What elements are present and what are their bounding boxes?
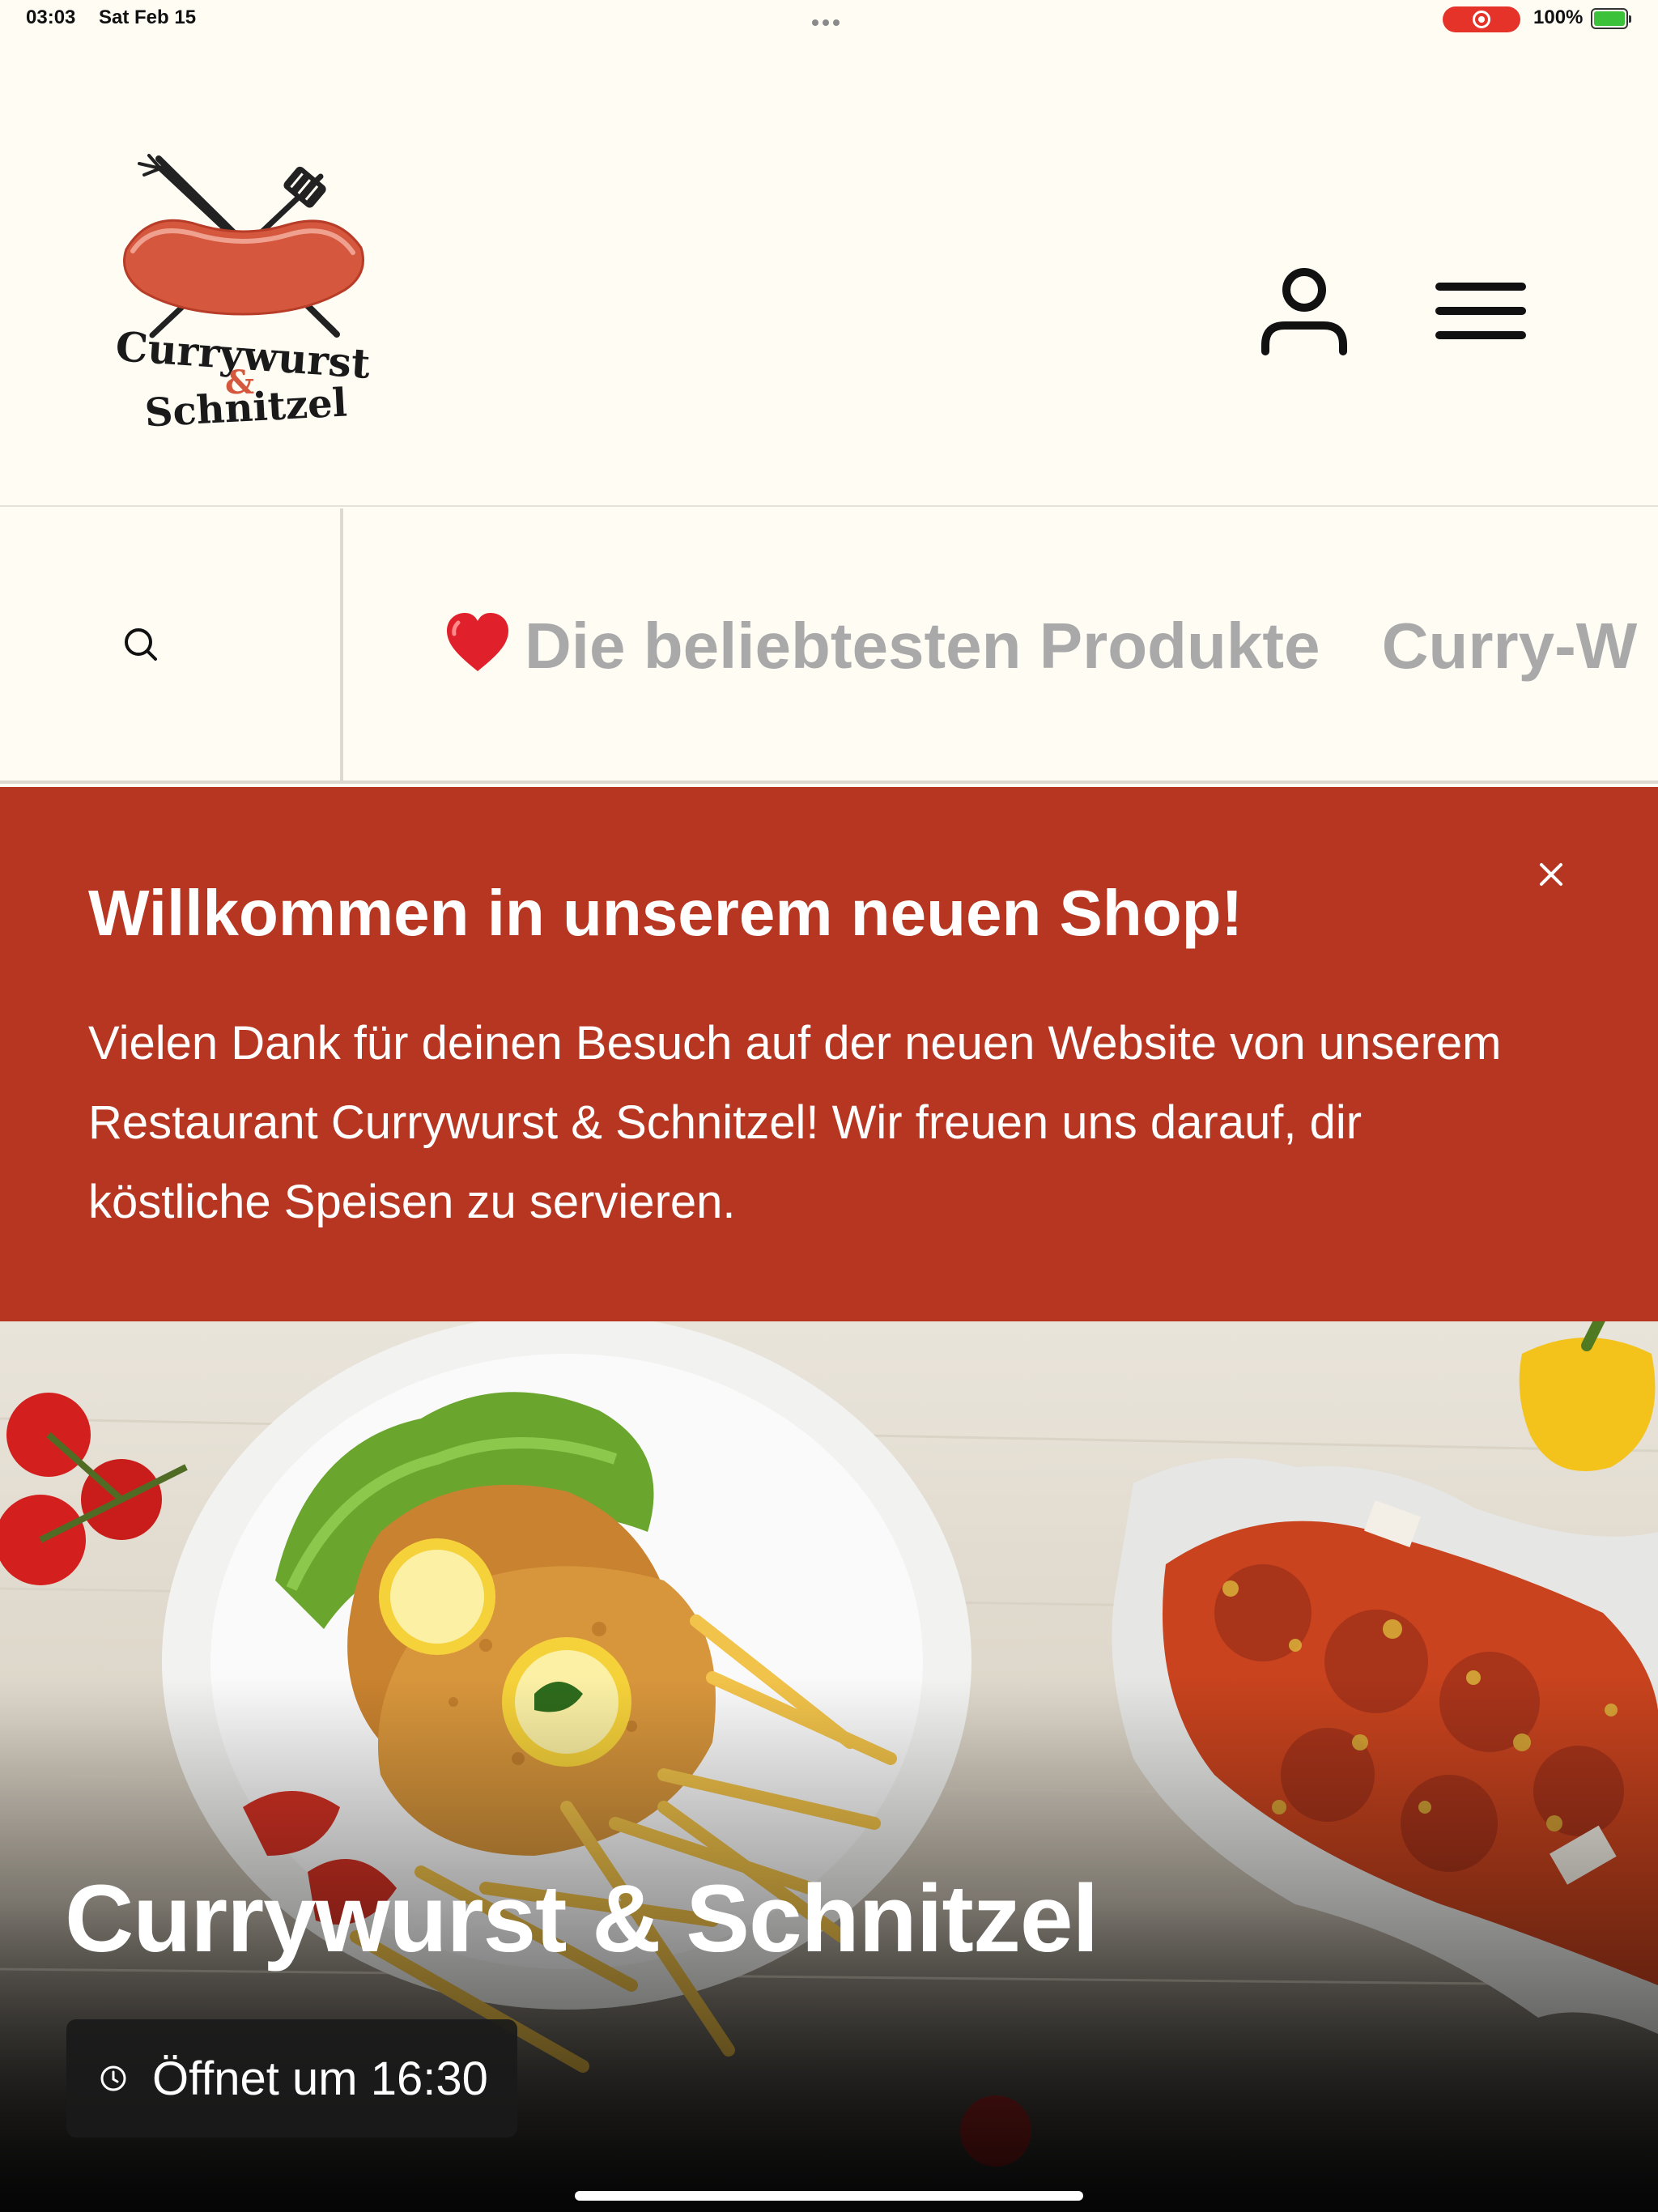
- status-date: Sat Feb 15: [99, 6, 197, 28]
- close-icon: [1540, 863, 1562, 886]
- menu-button[interactable]: [1433, 270, 1528, 351]
- search-button[interactable]: [0, 508, 343, 781]
- hamburger-menu-icon: [1435, 283, 1526, 339]
- clock-icon: [100, 2065, 126, 2091]
- home-indicator[interactable]: [575, 2191, 1083, 2201]
- screen-recording-indicator-icon[interactable]: [1443, 6, 1520, 32]
- category-tabs: Die beliebtesten Produkte Curry-W: [444, 604, 1658, 683]
- hero-title: Currywurst & Schnitzel: [65, 1865, 1099, 1972]
- logo-line2: Schnitzel: [143, 380, 348, 428]
- category-nav: Die beliebtesten Produkte Curry-W: [0, 508, 1658, 784]
- search-icon: [125, 628, 157, 661]
- restaurant-logo[interactable]: Currywurst & Schnitzel: [102, 152, 384, 436]
- opening-hours-text: Öffnet um 16:30: [152, 2052, 488, 2105]
- hero-banner: Currywurst & Schnitzel Öffnet um 16:30: [0, 1321, 1658, 2212]
- announcement-text: Vielen Dank für deinen Besuch auf der ne…: [88, 1017, 1502, 1228]
- close-announcement-button[interactable]: [1528, 852, 1574, 897]
- nav-item-popular[interactable]: Die beliebtesten Produkte: [444, 609, 1320, 683]
- nav-item-label: Die beliebtesten Produkte: [525, 609, 1320, 682]
- battery-percentage: 100%: [1533, 6, 1584, 28]
- announcement-title: Willkommen in unserem neuen Shop!: [88, 877, 1244, 949]
- heart-icon: [447, 612, 508, 671]
- opening-hours-badge[interactable]: Öffnet um 16:30: [66, 2019, 517, 2138]
- multitasking-dots-icon[interactable]: [812, 15, 846, 26]
- account-button[interactable]: [1257, 264, 1351, 358]
- status-bar: 03:03 Sat Feb 15 100%: [0, 0, 1658, 39]
- user-icon: [1261, 268, 1347, 355]
- announcement-banner: Willkommen in unserem neuen Shop! Vielen…: [0, 787, 1658, 1321]
- battery-icon: [1591, 8, 1631, 29]
- status-time: 03:03: [26, 6, 76, 28]
- nav-item-curry[interactable]: Curry-W: [1382, 609, 1638, 683]
- site-header: Currywurst & Schnitzel: [0, 39, 1658, 507]
